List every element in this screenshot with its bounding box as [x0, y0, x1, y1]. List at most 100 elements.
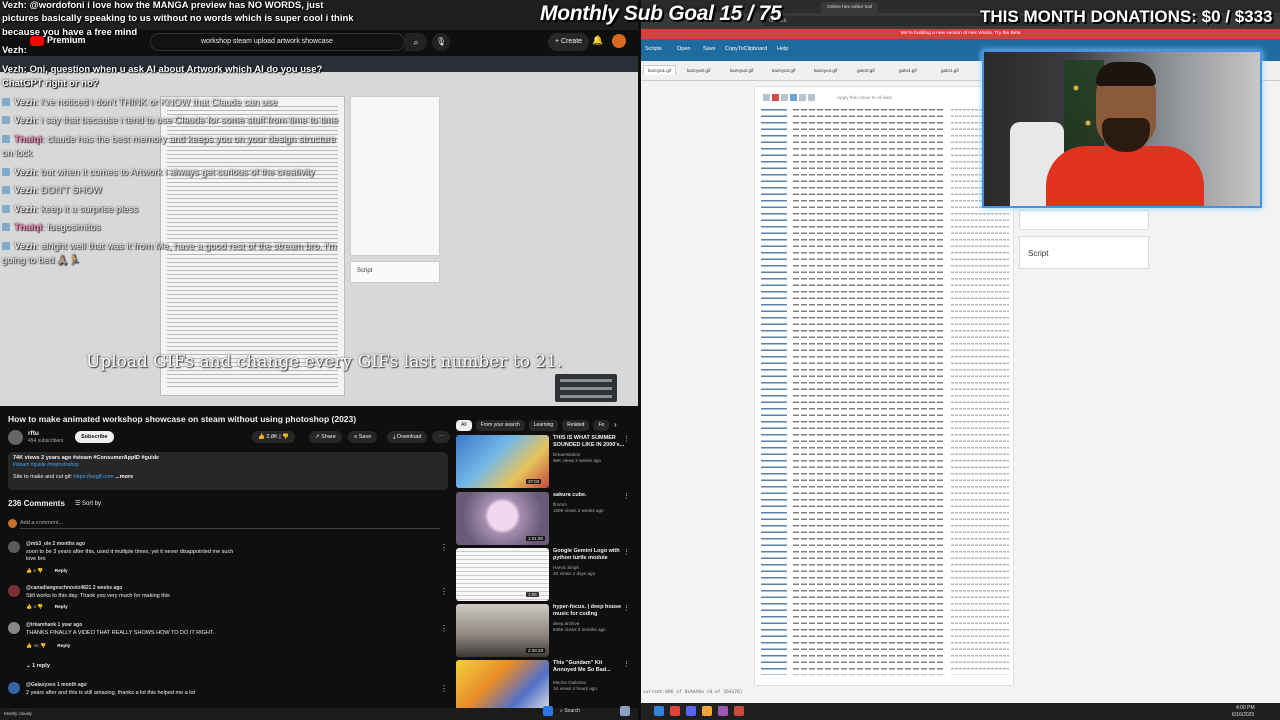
more-icon[interactable]: ⋮	[623, 435, 630, 443]
more-icon[interactable]: ⋮	[440, 543, 448, 552]
sort-by-button[interactable]: ☰ Sort by	[75, 500, 101, 507]
apply-colour-checkbox[interactable]: Apply this colour to all data	[837, 95, 892, 100]
comment: @canadiangeschnootz4821 2 weeks ago Stil…	[8, 585, 448, 613]
download-label: Download	[396, 434, 422, 440]
download-button[interactable]: ⤓ Download	[387, 431, 428, 443]
comment-user[interactable]: @Galaxyxes 1 month ago	[26, 682, 87, 688]
app-icon[interactable]	[734, 706, 744, 716]
file-tab[interactable]: kazoyu3.gif	[772, 68, 795, 73]
browser-tab[interactable]: Online hex editor tool	[821, 2, 879, 13]
description-link[interactable]: https://ezgif.com	[74, 474, 114, 480]
bell-icon[interactable]: 🔔	[592, 35, 604, 47]
hex-view[interactable]: Apply this colour to all data	[754, 86, 1014, 686]
reply-button[interactable]: Reply	[57, 644, 70, 649]
menu-copy-to-clipboard[interactable]: CopyToClipboard	[725, 46, 767, 52]
comment-avatar[interactable]	[8, 585, 20, 597]
related-title[interactable]: hyper-focus. | deep house music for codi…	[553, 604, 625, 617]
chat-text: : alright well that was it from Me, have…	[35, 241, 337, 252]
create-button[interactable]: + Create	[548, 33, 590, 51]
chip-from-your-search[interactable]: From your search	[475, 420, 525, 431]
more-icon[interactable]: ⋮	[623, 660, 630, 668]
related-title[interactable]: This "Gundam" Kit Annoyed Me So Bad...	[553, 660, 625, 673]
comment-user[interactable]: @trkamhank 1 year ago	[26, 622, 82, 628]
replies-toggle[interactable]: ⌄ 1 reply	[26, 663, 50, 669]
script-panel[interactable]: Script	[1019, 236, 1149, 269]
menu-help[interactable]: Help	[777, 46, 788, 52]
chip-all[interactable]: All	[456, 420, 472, 431]
clock-date[interactable]: 6/16/2025	[1232, 712, 1254, 718]
channel-name[interactable]: rftu	[28, 430, 39, 437]
chat-message: going to bed 🙏🏽🏃	[2, 255, 81, 267]
save-button[interactable]: ≡ Save	[348, 431, 378, 443]
menu-open[interactable]: Open	[677, 46, 690, 52]
related-title[interactable]: Google Gemini Logo with python turtle mo…	[553, 548, 625, 561]
comment-user[interactable]: @canadiangeschnootz4821 2 weeks ago	[26, 585, 122, 591]
more-icon[interactable]: ⋮	[623, 548, 630, 556]
more-icon[interactable]: ⋮	[440, 684, 448, 693]
beta-banner[interactable]: We're building a new version of Hex Work…	[641, 29, 1280, 39]
related-video[interactable]: 1:06 Google Gemini Logo with python turt…	[456, 548, 636, 603]
like-button[interactable]: 👍 2.8K | 👎	[252, 431, 296, 443]
comment-user[interactable]: @mb3_ole 2 months ago	[26, 541, 85, 547]
app-icon[interactable]	[718, 706, 728, 716]
related-video[interactable]: This "Gundam" Kit Annoyed Me So Bad... M…	[456, 660, 636, 708]
file-tab[interactable]: kazoyu1.gif	[643, 65, 677, 75]
chip-related[interactable]: Related	[562, 420, 590, 431]
related-video[interactable]: 37:03 THIS IS WHAT SUMMER SOUNDED LIKE I…	[456, 435, 636, 490]
menu-scripts[interactable]: Scripts	[645, 46, 662, 52]
reply-button[interactable]: Reply	[55, 605, 68, 610]
hex-bytes-column[interactable]	[793, 105, 943, 675]
related-video[interactable]: 1:01:50 sakura cube. flmmm 169K views 2 …	[456, 492, 636, 547]
reply-button[interactable]: Reply	[55, 569, 68, 574]
comment: @Galaxyxes 1 month ago 2 years after and…	[8, 682, 448, 702]
more-actions-button[interactable]: ⋯	[432, 431, 450, 443]
share-button[interactable]: ↗ Share	[309, 431, 342, 443]
description-tags[interactable]: #steam #guide #nophotoshop	[13, 462, 443, 468]
windows-start-icon[interactable]	[543, 706, 553, 716]
chip-more[interactable]: Fo	[593, 420, 610, 431]
description-box[interactable]: 74K views 2 years ago #steam #ConsumerAp…	[8, 452, 448, 490]
file-tab[interactable]: kazoyu2.gif	[730, 68, 753, 73]
more-icon[interactable]: ⋮	[623, 604, 630, 612]
related-meta: 4K views 2 days ago	[553, 571, 596, 576]
taskbar-search[interactable]: ⌕ Search	[560, 708, 580, 714]
related-thumbnail[interactable]	[456, 660, 549, 708]
chat-text: : but when it comes to Artwork i always …	[35, 167, 315, 178]
file-tab[interactable]: gato0.gif	[857, 68, 875, 73]
subscribe-button[interactable]: Subscribe	[75, 431, 114, 443]
chat-text: pictures basically speaking to us withou…	[2, 13, 354, 24]
file-tab[interactable]: gato1.gif	[941, 68, 959, 73]
add-comment-input[interactable]: Add a comment...	[20, 520, 440, 529]
comment-avatar[interactable]	[8, 541, 20, 553]
opera-icon[interactable]	[670, 706, 680, 716]
chat-user: Vezh	[14, 204, 36, 215]
clock-time[interactable]: 4:00 PM	[1236, 705, 1255, 711]
edge-icon[interactable]	[654, 706, 664, 716]
chat-message: Vezh: i've noticed i don't THINK or KNOW…	[2, 97, 277, 109]
task-view-icon[interactable]	[620, 706, 630, 716]
more-icon[interactable]: ⋮	[440, 587, 448, 596]
chat-badge-icon	[2, 205, 10, 214]
more-icon[interactable]: ⋮	[440, 624, 448, 633]
channel-avatar[interactable]	[8, 430, 23, 445]
comment-avatar[interactable]	[8, 622, 20, 634]
file-tab[interactable]: kazoyu4.gif	[814, 68, 837, 73]
related-title[interactable]: THIS IS WHAT SUMMER SOUNDED LIKE IN 2000…	[553, 435, 625, 448]
related-video[interactable]: 2:28:28 hyper-focus. | deep house music …	[456, 604, 636, 659]
description-more[interactable]: ...more	[115, 474, 133, 480]
related-title[interactable]: sakura cube.	[553, 492, 625, 499]
file-tab[interactable]: gato4.gif	[899, 68, 917, 73]
chevron-right-icon[interactable]: ›	[614, 420, 617, 429]
chip-learning[interactable]: Learning	[528, 420, 559, 431]
menu-save[interactable]: Save	[703, 46, 716, 52]
more-icon[interactable]: ⋮	[623, 492, 630, 500]
chat-message: Vezh:	[2, 45, 27, 57]
file-tab[interactable]: kazoyu0.gif	[687, 68, 710, 73]
inspector-panel	[1019, 210, 1149, 230]
avatar[interactable]	[612, 34, 626, 48]
discord-icon[interactable]	[686, 706, 696, 716]
comment-avatar[interactable]	[8, 682, 20, 694]
folder-icon[interactable]	[702, 706, 712, 716]
hex-colour-toolbar: Apply this colour to all data	[763, 93, 892, 101]
status-bar: current:096 of 0xAAA0a (0 of 264176)	[643, 690, 743, 695]
